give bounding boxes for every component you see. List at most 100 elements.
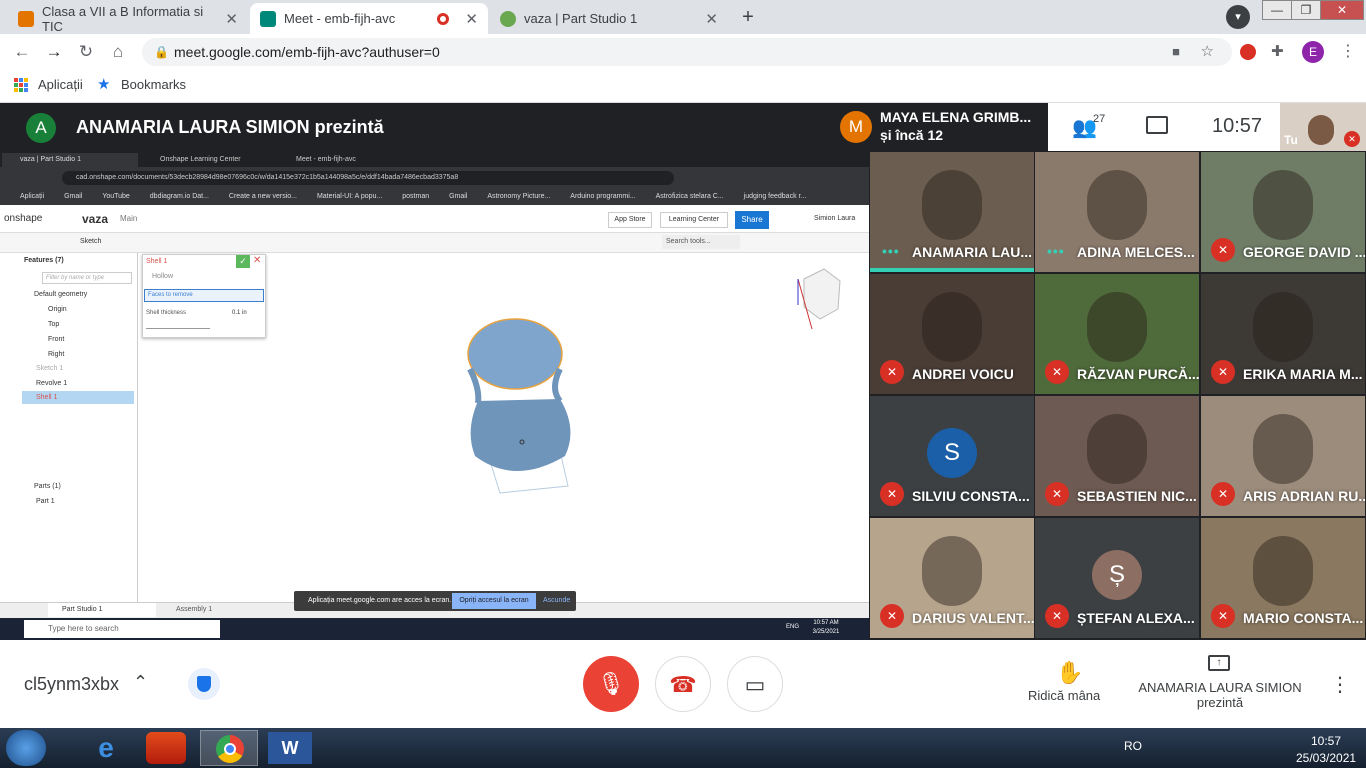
security-icon[interactable] [188,668,220,700]
new-tab-button[interactable]: + [735,4,761,30]
participant-tile[interactable]: ••• ANAMARIA LAU... [870,152,1034,272]
browser-tab-onshape[interactable]: vaza | Part Studio 1 ✕ [490,3,728,34]
address-bar[interactable]: 🔒 meet.google.com/emb-fijh-avc?authuser=… [142,38,1232,66]
participant-tile[interactable]: ✕ ANDREI VOICU [870,274,1034,394]
shared-tab: vaza | Part Studio 1 [2,153,138,167]
speaker-more: și încă 12 [880,127,944,143]
speaker-name: MAYA ELENA GRIMB... [880,109,1032,125]
window-close-button[interactable]: ✕ [1320,0,1364,20]
meeting-code[interactable]: cl5ynm3xbx [24,674,119,695]
camera-button[interactable]: ▭ [727,656,783,712]
participant-tile[interactable]: ••• ADINA MELCES... [1035,152,1199,272]
app-icon[interactable] [146,732,186,764]
extensions-icon[interactable]: ✚ [1271,42,1284,60]
doc-name: vaza [82,212,109,226]
dialog-value: 0.1 in [232,310,247,316]
participant-tile[interactable]: S ✕ SILVIU CONSTA... [870,396,1034,516]
close-icon[interactable]: ✕ [465,10,478,28]
learning-center-button: Learning Center [660,212,728,228]
participant-tile[interactable]: ✕ GEORGE DAVID ... [1201,152,1365,272]
raise-hand-icon[interactable]: ✋ [1056,660,1083,686]
participant-video [1253,414,1313,484]
win-time: 10:57 AM [813,620,839,626]
start-button[interactable] [6,730,46,766]
part-item: Part 1 [36,498,55,505]
win-lang: ENG [786,624,800,630]
participant-name: DARIUS VALENT... [912,610,1034,626]
sketch-tool: Sketch [80,238,102,245]
participant-video [1253,170,1313,240]
taskbar-date[interactable]: 25/03/2021 [1296,751,1356,765]
parts-title: Parts (1) [34,483,61,490]
tab-search-icon[interactable]: ▾ [1226,5,1250,29]
tree-item: Top [48,321,60,328]
presenter-avatar: A [26,113,56,143]
tree-item: Sketch 1 [36,365,64,372]
menu-icon[interactable]: ⋮ [1340,41,1356,61]
reload-icon[interactable]: ↻ [72,38,100,66]
chrome-taskbar-button[interactable] [200,730,258,766]
presenter-title: ANAMARIA LAURA SIMION prezintă [76,117,384,137]
self-view[interactable]: Tu ✕ [1280,103,1366,151]
shared-screen: vaza | Part Studio 1 Onshape Learning Ce… [0,151,869,640]
maximize-button[interactable]: ❐ [1291,0,1321,20]
ie-icon[interactable]: e [86,732,126,764]
speaking-icon: ••• [1047,243,1065,259]
speaker-avatar: M [840,111,872,143]
present-icon[interactable]: ↑ [1208,655,1230,671]
hang-up-button[interactable]: ☎ [655,656,711,712]
close-icon[interactable]: ✕ [705,10,718,28]
recording-icon [437,12,450,25]
extension-icon[interactable] [1240,44,1256,60]
check-icon: ✓ [236,255,250,268]
back-icon[interactable]: ← [8,38,36,66]
input-language[interactable]: RO [1124,739,1142,753]
speaking-icon: ••• [882,243,900,259]
dialog-thickness: Shell thickness [146,310,187,316]
shared-tab: Meet - emb-fijh-avc [296,156,356,163]
raise-hand-label[interactable]: Ridică mâna [1028,688,1100,703]
self-label: Tu [1284,133,1298,147]
participant-tile[interactable]: ✕ ERIKA MARIA M... [1201,274,1365,394]
participant-name: ANDREI VOICU [912,366,1014,382]
close-icon: ✕ [253,255,262,266]
participant-avatar: Ș [1092,550,1142,600]
participant-tile[interactable]: ✕ ARIS ADRIAN RU... [1201,396,1365,516]
browser-tab-meet[interactable]: Meet - emb-fijh-avc ✕ [250,3,488,34]
tree-item: Front [48,336,65,343]
chevron-up-icon[interactable]: ⌃ [133,672,148,693]
taskbar-time[interactable]: 10:57 [1296,734,1356,748]
word-icon[interactable]: W [268,732,312,764]
bookmark-apps[interactable]: Aplicații [38,77,83,92]
home-icon[interactable]: ⌂ [104,38,132,66]
participant-tile[interactable]: ✕ SEBASTIEN NIC... [1035,396,1199,516]
close-icon[interactable]: ✕ [225,10,238,28]
more-options-icon[interactable]: ⋮ [1330,672,1350,697]
chat-icon[interactable] [1146,116,1168,134]
branch: Main [120,214,138,223]
participant-tile[interactable]: ✕ MARIO CONSTA... [1201,518,1365,638]
mic-off-icon: ✕ [880,482,904,506]
forward-icon[interactable]: → [40,38,68,66]
camera-icon[interactable]: ■ [1172,38,1180,66]
star-icon[interactable]: ☆ [1201,38,1214,66]
minimize-button[interactable]: — [1262,0,1292,20]
vase-model [467,318,571,494]
profile-avatar[interactable]: E [1302,41,1324,63]
participant-tile[interactable]: ✕ DARIUS VALENT... [870,518,1034,638]
meet-icon [260,10,276,27]
presenting-line2: prezintă [1196,695,1244,710]
participant-name: SEBASTIEN NIC... [1077,488,1197,504]
mic-off-icon: ✕ [880,604,904,628]
participant-tile[interactable]: Ș ✕ ȘTEFAN ALEXA... [1035,518,1199,638]
hide-button: Ascunde [543,597,571,604]
mic-off-button[interactable]: 🎙 [583,656,639,712]
browser-tab-classroom[interactable]: Clasa a VII a B Informatia si TIC ✕ [8,3,248,34]
mic-off-icon: ✕ [1211,360,1235,384]
tab-title: Meet - emb-fijh-avc [284,11,396,26]
participant-tile[interactable]: ✕ RĂZVAN PURCĂ... [1035,274,1199,394]
participant-count: 27 [1093,113,1106,125]
presenting-label[interactable]: ANAMARIA LAURA SIMION prezintă [1138,680,1302,710]
clock: 10:57 [1212,115,1263,137]
bookmark-folder[interactable]: Bookmarks [121,77,186,92]
